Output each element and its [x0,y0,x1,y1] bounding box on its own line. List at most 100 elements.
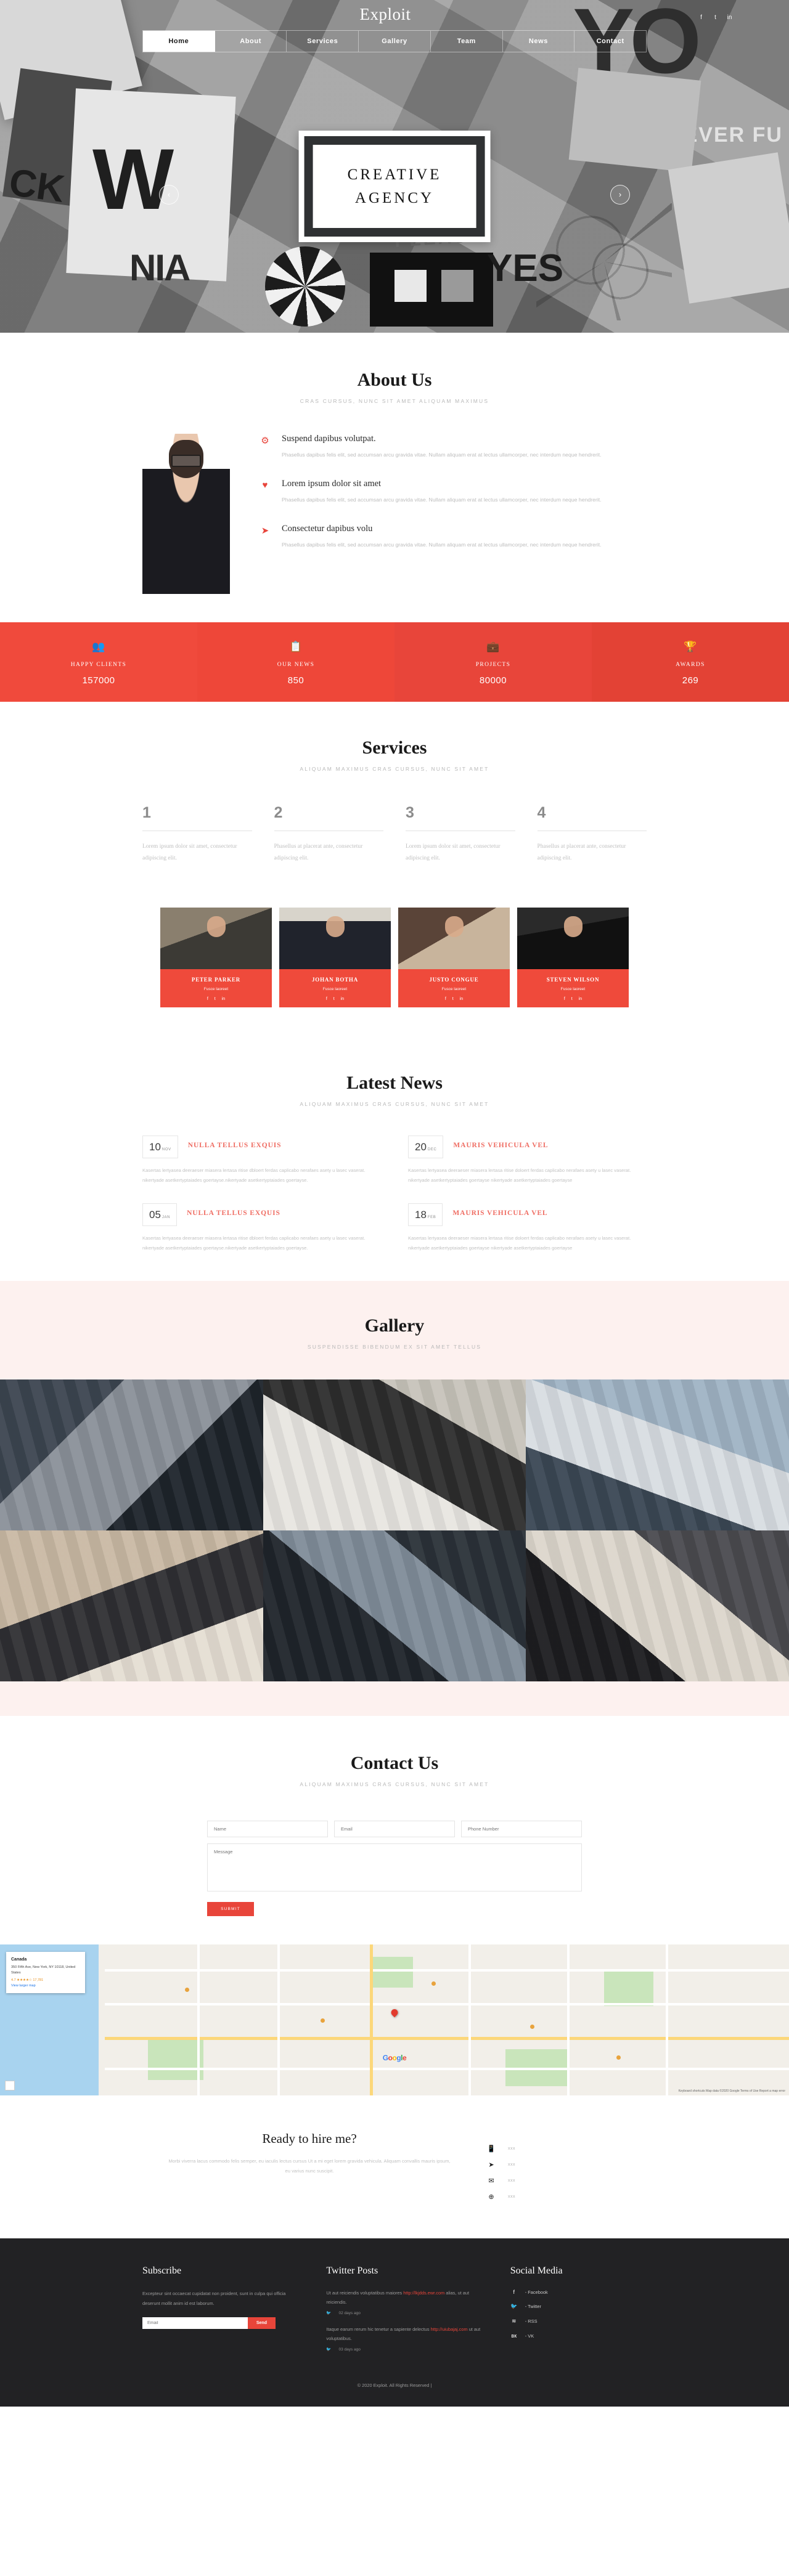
team-member-card[interactable]: JOHAN BOTHA Fusce laoreet f t in [279,908,391,1007]
social-link-facebook[interactable]: f - Facebook [510,2289,647,2295]
social-link-label: - Facebook [525,2289,548,2295]
team-section: PETER PARKER Fusce laoreet f t in JOHAN … [0,883,789,1039]
header-bar: Exploit f t in Home About Services Galle… [0,0,789,52]
news-item-title[interactable]: NULLA TELLUS EXQUIS [187,1203,280,1217]
facebook-icon[interactable]: f [326,997,327,1001]
twitter-icon[interactable]: t [215,997,216,1001]
twitter-post-time: 02 days ago [338,2310,361,2315]
linkedin-icon[interactable]: in [726,14,734,22]
map-road [197,1944,200,2096]
services-title: Services [362,737,427,758]
gallery-image[interactable] [0,1530,263,1682]
gear-icon: ⚙ [261,436,269,446]
header-social-links: f t in [697,14,734,22]
service-number: 1 [142,804,151,821]
linkedin-icon[interactable]: in [222,997,225,1001]
map-section[interactable]: Canada 350 Fifth Ave, New York, NY 10118… [0,1944,789,2096]
stat-value: 850 [287,675,305,686]
about-feature-text: Phasellus dapibus felis elit, sed accums… [282,452,602,458]
twitter-post: Itaque earum rerum hic tenetur a sapient… [326,2325,483,2352]
news-item-title[interactable]: MAURIS VEHICULA VEL [452,1203,547,1217]
twitter-icon[interactable]: t [571,997,573,1001]
twitter-icon[interactable]: t [333,997,335,1001]
service-item: 1 Lorem ipsum dolor sit amet, consectetu… [142,804,252,864]
team-member-card[interactable]: JUSTO CONGUE Fusce laoreet f t in [398,908,510,1007]
map-road [105,2003,789,2006]
site-logo[interactable]: Exploit [157,5,613,24]
social-heading: Social Media [510,2265,563,2277]
linkedin-icon[interactable]: in [341,997,344,1001]
twitter-icon[interactable]: t [452,997,454,1001]
contact-subtitle: ALIQUAM MAXIMUS CRAS CURSUS, NUNC SIT AM… [300,1781,489,1788]
twitter-post-link[interactable]: http://uiubajaj.com [431,2326,468,2332]
team-member-role: Fusce laoreet [322,987,348,991]
service-text: Lorem ipsum dolor sit amet, consectetur … [406,843,501,861]
gallery-image[interactable] [526,1530,789,1682]
hire-text: Morbi viverra lacus commodo felis semper… [168,2158,451,2174]
facebook-icon[interactable]: f [445,997,446,1001]
news-day: 18 [415,1209,427,1221]
team-member-card[interactable]: PETER PARKER Fusce laoreet f t in [160,908,272,1007]
carousel-next-button[interactable]: › [610,185,630,205]
facebook-icon[interactable]: f [564,997,565,1001]
nav-item-news[interactable]: News [503,31,575,52]
news-item-text: Kasertas lertyasea deeraeser miasera ler… [408,1235,631,1251]
footer-social-column: Social Media f - Facebook 🐦 - Twitter ≋ … [510,2265,647,2362]
gallery-image[interactable] [0,1379,263,1531]
message-textarea[interactable] [207,1843,582,1892]
map-road [105,1969,789,1972]
gallery-image[interactable] [526,1379,789,1531]
hire-title: Ready to hire me? [262,2131,357,2147]
gallery-image[interactable] [263,1379,526,1531]
service-text: Phasellus at placerat ante, consectetur … [537,843,626,861]
subscribe-email-input[interactable] [142,2317,248,2330]
team-member-card[interactable]: STEVEN WILSON Fusce laoreet f t in [517,908,629,1007]
team-member-name: STEVEN WILSON [546,977,600,983]
nav-item-home[interactable]: Home [143,31,215,52]
nav-item-team[interactable]: Team [431,31,503,52]
map-streetview-badge[interactable] [5,2081,15,2091]
linkedin-icon[interactable]: in [579,997,582,1001]
map-larger-link[interactable]: View larger map [11,1983,80,1989]
gallery-image[interactable] [263,1530,526,1682]
news-day: 05 [149,1209,161,1221]
nav-item-services[interactable]: Services [287,31,359,52]
nav-item-about[interactable]: About [215,31,287,52]
nav-item-contact[interactable]: Contact [574,31,646,52]
team-member-role: Fusce laoreet [441,987,467,991]
hire-contact-row: ⊕ xxx [487,2193,623,2201]
subscribe-heading: Subscribe [142,2265,182,2277]
social-link-rss[interactable]: ≋ - RSS [510,2318,647,2325]
twitter-post-time: 03 days ago [338,2347,361,2352]
team-member-photo [517,908,629,969]
social-link-twitter[interactable]: 🐦 - Twitter [510,2303,647,2310]
map-road [277,1944,280,2096]
facebook-icon[interactable]: f [697,14,705,22]
submit-button[interactable]: SUBMIT [207,1902,254,1917]
news-item-title[interactable]: NULLA TELLUS EXQUIS [188,1136,282,1149]
news-item-title[interactable]: MAURIS VEHICULA VEL [453,1136,548,1149]
social-link-vk[interactable]: вк - VK [510,2333,647,2339]
linkedin-icon[interactable]: in [460,997,463,1001]
name-input[interactable] [207,1821,328,1838]
facebook-icon[interactable]: f [207,997,208,1001]
service-text: Lorem ipsum dolor sit amet, consectetur … [142,843,237,861]
subscribe-send-button[interactable]: Send [247,2317,276,2330]
clipboard-icon: 📋 [289,641,303,652]
carousel-prev-button[interactable]: ‹ [159,185,179,205]
email-input[interactable] [334,1821,455,1838]
twitter-post-link[interactable]: http://lkjdds.ewr.com [403,2290,444,2296]
twitter-icon: 🐦 [326,2347,332,2352]
decor-shape [370,253,493,327]
envelope-icon: ✉ [488,2177,494,2185]
news-item: 18 FEB MAURIS VEHICULA VEL Kasertas lerty… [408,1203,647,1253]
phone-input[interactable] [461,1821,582,1838]
heart-icon: ♥ [262,479,268,490]
briefcase-icon: 💼 [486,641,500,652]
stat-label: AWARDS [676,662,705,668]
map-info-card[interactable]: Canada 350 Fifth Ave, New York, NY 10118… [6,1952,85,1993]
contact-title: Contact Us [350,1753,439,1774]
twitter-icon[interactable]: t [711,14,719,22]
nav-item-gallery[interactable]: Gallery [359,31,431,52]
gallery-spacer [0,1681,789,1717]
